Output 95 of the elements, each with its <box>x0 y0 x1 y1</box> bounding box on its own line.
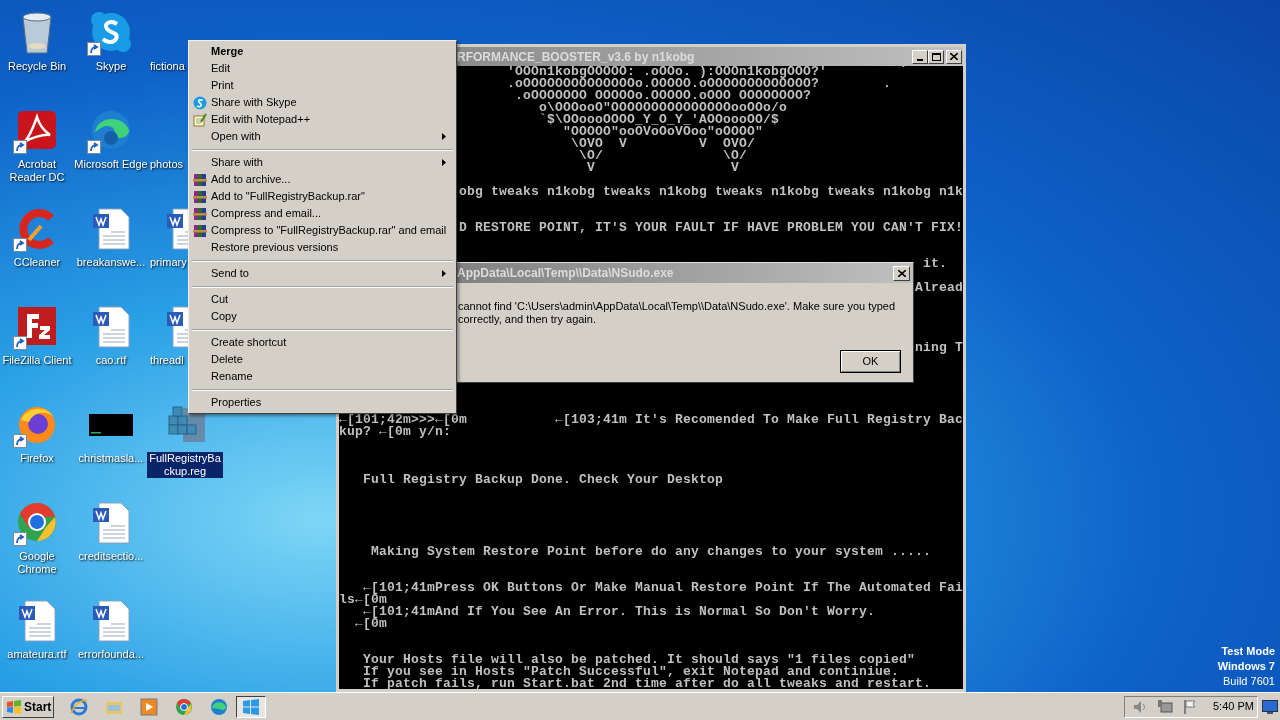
console-line: ←[0m <box>355 618 388 630</box>
console-line: Alread <box>915 282 963 294</box>
console-line: D RESTORE POINT, IT'S YOUR FAULT IF HAVE PROBLEM YOU CAN'T FIX! <box>459 222 963 234</box>
menu-item[interactable]: Copy <box>191 308 455 325</box>
console-line: ←[101;41mAnd If You See An Error. This is Normal So Don't Worry. <box>363 606 876 618</box>
console-line: kup? ←[0m y/n: <box>339 426 452 438</box>
browser-icon[interactable] <box>175 697 193 716</box>
icon-label[interactable]: Recycle Bin <box>5 60 69 73</box>
window-title: RFORMANCE_BOOSTER_v3.6 by n1kobg <box>456 48 695 66</box>
menu-item[interactable]: Restore previous versions <box>191 239 455 256</box>
menu-item[interactable]: Add to "FullRegistryBackup.rar" <box>191 188 455 205</box>
menu-item[interactable]: Rename <box>191 368 455 385</box>
console-line: `$\OOoooOOOO_Y_O_Y_'AOOoooOO/$ <box>539 114 780 126</box>
console-line: ls←[0m <box>339 594 387 606</box>
error-message: cannot find 'C:\Users\admin\AppData\Local\Temp\\Data\NSudo.exe'. Make sure you typed <box>458 300 897 313</box>
os-watermark-text: Build 7601 <box>1223 674 1275 689</box>
console-line: ←[101;42m>>>←[0m ←[103;41m It's Recomended To Make Full Registry Bac <box>339 414 963 426</box>
submenu-arrow-icon <box>442 159 447 166</box>
window-grid-icon <box>242 698 260 715</box>
close-button[interactable] <box>946 49 962 64</box>
console-line: \O/ \O/ <box>579 150 748 162</box>
task-button[interactable] <box>236 695 266 718</box>
chat-app-icon <box>89 10 133 54</box>
menu-item[interactable]: Open with <box>191 128 455 145</box>
icon-label[interactable]: CCleaner <box>11 256 63 269</box>
menu-item[interactable]: Compress to "FullRegistryBackup.rar" and email <box>191 222 455 239</box>
chat-app-icon <box>193 95 207 110</box>
dialog-title: AppData\Local\Temp\\Data\NSudo.exe <box>456 265 674 282</box>
menu-item[interactable]: Merge <box>191 43 455 60</box>
browser-icon <box>15 500 59 544</box>
notepad-icon <box>193 112 207 127</box>
console-line: ←[101;41mPress OK Buttons Or Make Manual Restore Point If The Automated Fai <box>363 582 963 594</box>
menu-item[interactable]: Cut <box>191 291 455 308</box>
archive-books-icon <box>193 223 207 238</box>
menu-item[interactable]: Properties <box>191 394 455 411</box>
console-line: ning T <box>915 342 963 354</box>
network-icon[interactable] <box>1157 699 1173 714</box>
menu-item[interactable]: Send to <box>191 265 455 282</box>
archive-books-icon <box>193 206 207 221</box>
icon-label[interactable]: fictiona <box>148 60 187 73</box>
icon-label[interactable]: photos <box>148 158 186 171</box>
menu-item[interactable]: Print <box>191 77 455 94</box>
browser-icon[interactable] <box>70 697 88 716</box>
console-line: 'OOOn1kobgOOOOO: .oOOo. ):OOOn1kobgOOO?' ` <box>507 66 908 78</box>
os-watermark-text: Windows 7 <box>1217 659 1275 674</box>
console-line: o\OOOooO"OOOOOOOOOOOOOOOooOOo/o <box>539 102 788 114</box>
console-line: Full Registry Backup Done. Check Your Desktop <box>363 474 724 486</box>
speaker-icon[interactable] <box>1133 699 1147 714</box>
console-line: Making System Restore Point before do any changes to your system ..... <box>371 546 932 558</box>
flag-icon[interactable] <box>1183 699 1197 714</box>
console-line: V V <box>587 162 740 174</box>
menu-item[interactable]: Delete <box>191 351 455 368</box>
icon-label[interactable]: FullRegistryBa ckup.reg <box>147 452 223 478</box>
maximize-button[interactable] <box>928 49 944 64</box>
show-desktop-icon[interactable] <box>1262 699 1278 714</box>
console-line: If you see in Hosts "Patch Successful", exit Notepad and continiue. <box>363 666 900 678</box>
menu-item[interactable]: Add to archive... <box>191 171 455 188</box>
flag-logo-icon <box>6 698 22 715</box>
console-line: it. <box>923 258 948 270</box>
minimize-icon <box>917 58 923 61</box>
pdf-app-icon <box>15 108 59 152</box>
archive-books-icon <box>193 189 207 204</box>
menu-item[interactable]: Share with Skype <box>191 94 455 111</box>
browser-icon <box>89 108 133 152</box>
media-player-icon[interactable] <box>140 697 158 716</box>
error-message: correctly, and then try again. <box>458 313 597 326</box>
console-line: obg tweaks n1kobg tweaks n1kobg tweaks n1kobg tweaks n1kobg n1k <box>459 186 963 198</box>
close-icon <box>897 269 906 277</box>
icon-label[interactable]: Microsoft Edge <box>72 158 150 171</box>
browser-icon[interactable] <box>210 697 228 716</box>
console-line: Your Hosts file will also be patched. It should says "1 files copied" <box>363 654 916 666</box>
archive-books-icon <box>193 172 207 187</box>
clock[interactable]: 5:40 PM <box>1213 698 1254 715</box>
menu-item[interactable]: Share with <box>191 154 455 171</box>
submenu-arrow-icon <box>442 270 447 277</box>
maximize-icon <box>931 52 941 61</box>
os-watermark-text: Test Mode <box>1221 644 1275 659</box>
menu-item[interactable]: Edit with Notepad++ <box>191 111 455 128</box>
console-line: .oOOOOOOO OOOOOo.OOOOO.oOOO OOOOOOOO? <box>515 90 812 102</box>
menu-item[interactable]: Compress and email... <box>191 205 455 222</box>
icon-label[interactable]: Acrobat Reader DC <box>7 158 67 184</box>
ftp-app-icon <box>15 304 59 348</box>
submenu-arrow-icon <box>442 133 447 140</box>
ok-button[interactable]: OK <box>840 350 901 373</box>
menu-item[interactable]: Edit <box>191 60 455 77</box>
console-line: If patch fails, run Start.bat 2nd time after do all tweaks and restart. <box>363 678 932 689</box>
close-icon <box>950 53 958 60</box>
console-line: "OOOOO"ooOVoOoVOoo"oOOOO" <box>563 126 764 138</box>
icon-label[interactable]: Skype <box>93 60 129 73</box>
menu-item[interactable]: Create shortcut <box>191 334 455 351</box>
start-button[interactable]: Start <box>2 695 54 718</box>
console-line: \OVO V V OVO/ <box>571 138 756 150</box>
close-button[interactable] <box>893 265 910 281</box>
minimize-button[interactable] <box>912 49 928 64</box>
console-line: .oOOOOOOOOOOOOOOo.OOOOO.oOOOOOOOOOOOOO? . <box>507 78 892 90</box>
